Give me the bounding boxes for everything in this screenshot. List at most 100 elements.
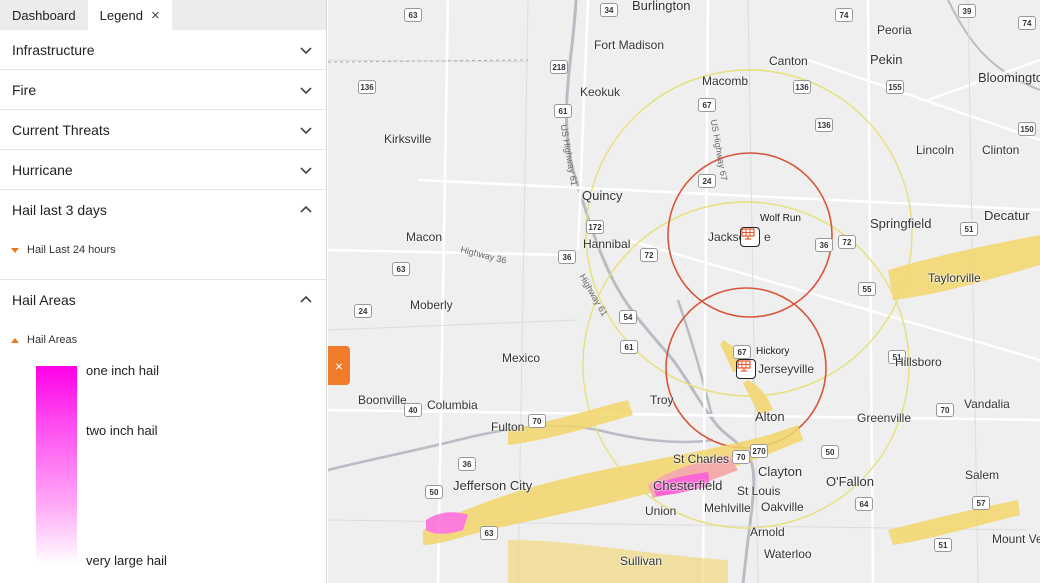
city-label: Oakville bbox=[761, 500, 804, 514]
city-label: Alton bbox=[755, 409, 785, 424]
section-header-hail-areas[interactable]: Hail Areas bbox=[0, 280, 326, 320]
section-hurricane[interactable]: Hurricane bbox=[0, 150, 326, 190]
city-label: Fort Madison bbox=[594, 38, 665, 52]
city-label: Union bbox=[645, 504, 677, 518]
route-shield: 74 bbox=[1018, 16, 1036, 30]
section-title: Hurricane bbox=[12, 161, 73, 178]
city-label: Pekin bbox=[870, 52, 903, 67]
city-label: Mehlville bbox=[704, 501, 751, 515]
facility-hickory[interactable] bbox=[736, 359, 756, 379]
route-shield: 136 bbox=[358, 80, 376, 94]
facility-wolf-run[interactable] bbox=[740, 227, 760, 247]
hail-gradient-swatch bbox=[36, 366, 77, 565]
city-label: Clayton bbox=[758, 464, 803, 479]
route-shield: 61 bbox=[554, 104, 572, 118]
route-shield: 70 bbox=[528, 414, 546, 428]
subsection-label: Hail Last 24 hours bbox=[27, 244, 116, 256]
facility-label: Hickory bbox=[756, 346, 790, 357]
city-label: e bbox=[764, 230, 771, 244]
city-label: Fulton bbox=[491, 420, 525, 434]
section-title: Current Threats bbox=[12, 121, 110, 138]
city-label: Mexico bbox=[502, 351, 541, 365]
route-shield: 136 bbox=[815, 118, 833, 132]
subsection-hail-last-24-hours[interactable]: Hail Last 24 hours bbox=[0, 244, 326, 256]
close-icon: × bbox=[334, 357, 344, 374]
legend-panel: Dashboard Legend × Infrastructure Fire C… bbox=[0, 0, 327, 583]
route-shield: 50 bbox=[821, 445, 839, 459]
solar-panel-icon bbox=[741, 228, 755, 240]
route-shield: 24 bbox=[698, 174, 716, 188]
route-shield: 36 bbox=[815, 238, 833, 252]
facility-label: Wolf Run bbox=[760, 213, 801, 224]
route-shield: 51 bbox=[960, 222, 978, 236]
city-label: Troy bbox=[650, 393, 674, 407]
route-shield: 39 bbox=[958, 4, 976, 18]
section-hail-last-3-days: Hail last 3 days Hail Last 24 hours bbox=[0, 190, 326, 280]
route-shield: 67 bbox=[733, 345, 751, 359]
city-label: Chesterfield bbox=[653, 478, 723, 493]
chevron-down-icon bbox=[300, 46, 312, 54]
city-label: Burlington bbox=[632, 0, 691, 13]
caret-up-icon bbox=[11, 337, 19, 343]
city-label: Peoria bbox=[877, 23, 912, 37]
city-label: Waterloo bbox=[764, 547, 812, 561]
route-shield: 67 bbox=[698, 98, 716, 112]
route-shield: 218 bbox=[550, 60, 568, 74]
route-shield: 64 bbox=[855, 497, 873, 511]
section-title: Hail Areas bbox=[12, 292, 76, 308]
route-shield: 36 bbox=[558, 250, 576, 264]
tab-dashboard[interactable]: Dashboard bbox=[0, 0, 88, 30]
route-shield: 155 bbox=[886, 80, 904, 94]
city-label: Lincoln bbox=[916, 143, 955, 157]
city-label: Macon bbox=[406, 230, 443, 244]
solar-panel-icon bbox=[737, 360, 751, 372]
city-label: Keokuk bbox=[580, 85, 621, 99]
map-view[interactable]: 63 34 74 39 74 136 218 61 136 155 67 136… bbox=[328, 0, 1040, 583]
route-shield: 50 bbox=[425, 485, 443, 499]
legend-label-very-large: very large hail bbox=[86, 553, 167, 568]
city-label: Greenville bbox=[857, 411, 912, 425]
section-header-hail-last-3-days[interactable]: Hail last 3 days bbox=[0, 190, 326, 230]
route-shield: 72 bbox=[838, 235, 856, 249]
tab-bar: Dashboard Legend × bbox=[0, 0, 326, 30]
city-label: Jefferson City bbox=[453, 478, 533, 493]
city-label: Sullivan bbox=[620, 554, 663, 568]
route-shield: 72 bbox=[640, 248, 658, 262]
chevron-up-icon bbox=[300, 205, 312, 213]
route-shield: 51 bbox=[934, 538, 952, 552]
chevron-down-icon bbox=[300, 86, 312, 94]
city-label: Hillsboro bbox=[895, 355, 942, 369]
city-label: Macomb bbox=[702, 74, 749, 88]
city-label: Springfield bbox=[870, 216, 932, 231]
chevron-up-icon bbox=[300, 295, 312, 303]
route-shield: 34 bbox=[600, 3, 618, 17]
city-label: Taylorville bbox=[928, 271, 981, 285]
section-infrastructure[interactable]: Infrastructure bbox=[0, 30, 326, 70]
route-shield: 63 bbox=[480, 526, 498, 540]
route-shield: 63 bbox=[404, 8, 422, 22]
section-title: Fire bbox=[12, 81, 37, 98]
subsection-hail-areas[interactable]: Hail Areas bbox=[0, 334, 326, 346]
legend-label-one-inch: one inch hail bbox=[86, 363, 159, 378]
route-shield: 74 bbox=[835, 8, 853, 22]
city-label: St Charles bbox=[673, 452, 730, 466]
city-label: Hannibal bbox=[583, 237, 631, 251]
close-icon[interactable]: × bbox=[151, 8, 160, 23]
city-label: Salem bbox=[965, 468, 1000, 482]
section-fire[interactable]: Fire bbox=[0, 70, 326, 110]
route-shield: 61 bbox=[620, 340, 638, 354]
route-shield: 57 bbox=[972, 496, 990, 510]
route-shield: 70 bbox=[732, 450, 750, 464]
collapse-panel-button[interactable]: × bbox=[328, 346, 350, 385]
city-label: Mount Ver bbox=[992, 532, 1040, 546]
section-current-threats[interactable]: Current Threats bbox=[0, 110, 326, 150]
caret-down-icon bbox=[11, 247, 19, 253]
city-label: Clinton bbox=[982, 143, 1020, 157]
city-label: Kirksville bbox=[384, 132, 432, 146]
chevron-down-icon bbox=[300, 166, 312, 174]
city-label: Decatur bbox=[984, 208, 1030, 223]
chevron-down-icon bbox=[300, 126, 312, 134]
city-label: Moberly bbox=[410, 298, 453, 312]
route-shield: 63 bbox=[392, 262, 410, 276]
tab-legend[interactable]: Legend × bbox=[87, 0, 172, 30]
